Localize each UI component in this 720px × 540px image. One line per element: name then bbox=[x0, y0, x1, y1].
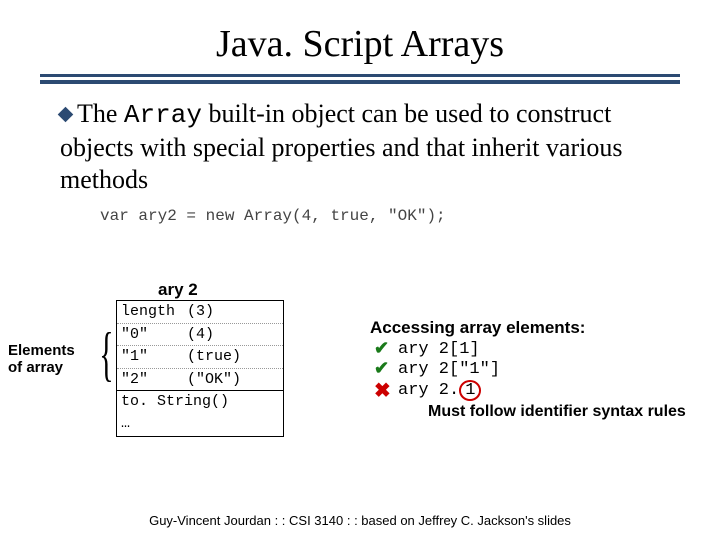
access3-pre: ary 2. bbox=[398, 381, 459, 400]
slide-footer: Guy-Vincent Jourdan : : CSI 3140 : : bas… bbox=[0, 513, 720, 528]
method-name: to. String() bbox=[121, 392, 229, 412]
elements-label-line1: Elements bbox=[8, 342, 75, 359]
brace-icon: { bbox=[99, 324, 113, 384]
access-example-1: ary 2[1] bbox=[398, 340, 480, 359]
elements-label-line2: of array bbox=[8, 359, 75, 376]
body-pre: The bbox=[77, 99, 124, 128]
prop-val: (3) bbox=[187, 302, 279, 322]
check-icon: ✔ bbox=[374, 358, 389, 379]
title-divider bbox=[40, 74, 680, 84]
code-example: var ary2 = new Array(4, true, "OK"); bbox=[0, 197, 720, 225]
circled-one: 1 bbox=[459, 380, 481, 401]
body-code: Array bbox=[124, 100, 202, 130]
check-icon: ✔ bbox=[374, 338, 389, 359]
prop-key: "2" bbox=[121, 370, 187, 390]
table-title: ary 2 bbox=[158, 280, 198, 300]
table-row: "0" (4) bbox=[117, 324, 283, 347]
table-row: length (3) bbox=[117, 301, 283, 324]
access-example-2: ary 2["1"] bbox=[398, 360, 500, 379]
diagram-area: Elements of array { ary 2 length (3) "0"… bbox=[0, 278, 720, 488]
method-ellipsis: … bbox=[121, 414, 130, 434]
prop-key: length bbox=[121, 302, 187, 322]
prop-val: (4) bbox=[187, 325, 279, 345]
accessing-title: Accessing array elements: bbox=[370, 318, 585, 338]
access-example-3: ary 2.1 bbox=[398, 380, 481, 401]
prop-val: (true) bbox=[187, 347, 279, 367]
table-row: … bbox=[117, 413, 283, 435]
slide-title: Java. Script Arrays bbox=[0, 0, 720, 74]
body-text: The Array built-in object can be used to… bbox=[0, 94, 720, 197]
table-row: "2" ("OK") bbox=[117, 369, 283, 391]
identifier-note: Must follow identifier syntax rules bbox=[428, 402, 688, 421]
elements-label: Elements of array bbox=[8, 342, 75, 377]
object-table: length (3) "0" (4) "1" (true) "2" ("OK")… bbox=[116, 300, 284, 437]
prop-val: ("OK") bbox=[187, 370, 279, 390]
cross-icon: ✖ bbox=[374, 378, 391, 403]
prop-key: "0" bbox=[121, 325, 187, 345]
table-row: "1" (true) bbox=[117, 346, 283, 369]
prop-key: "1" bbox=[121, 347, 187, 367]
properties-section: length (3) "0" (4) "1" (true) "2" ("OK") bbox=[117, 301, 283, 390]
methods-section: to. String() … bbox=[117, 391, 283, 436]
bullet-diamond-icon bbox=[58, 107, 74, 123]
table-row: to. String() bbox=[117, 391, 283, 413]
